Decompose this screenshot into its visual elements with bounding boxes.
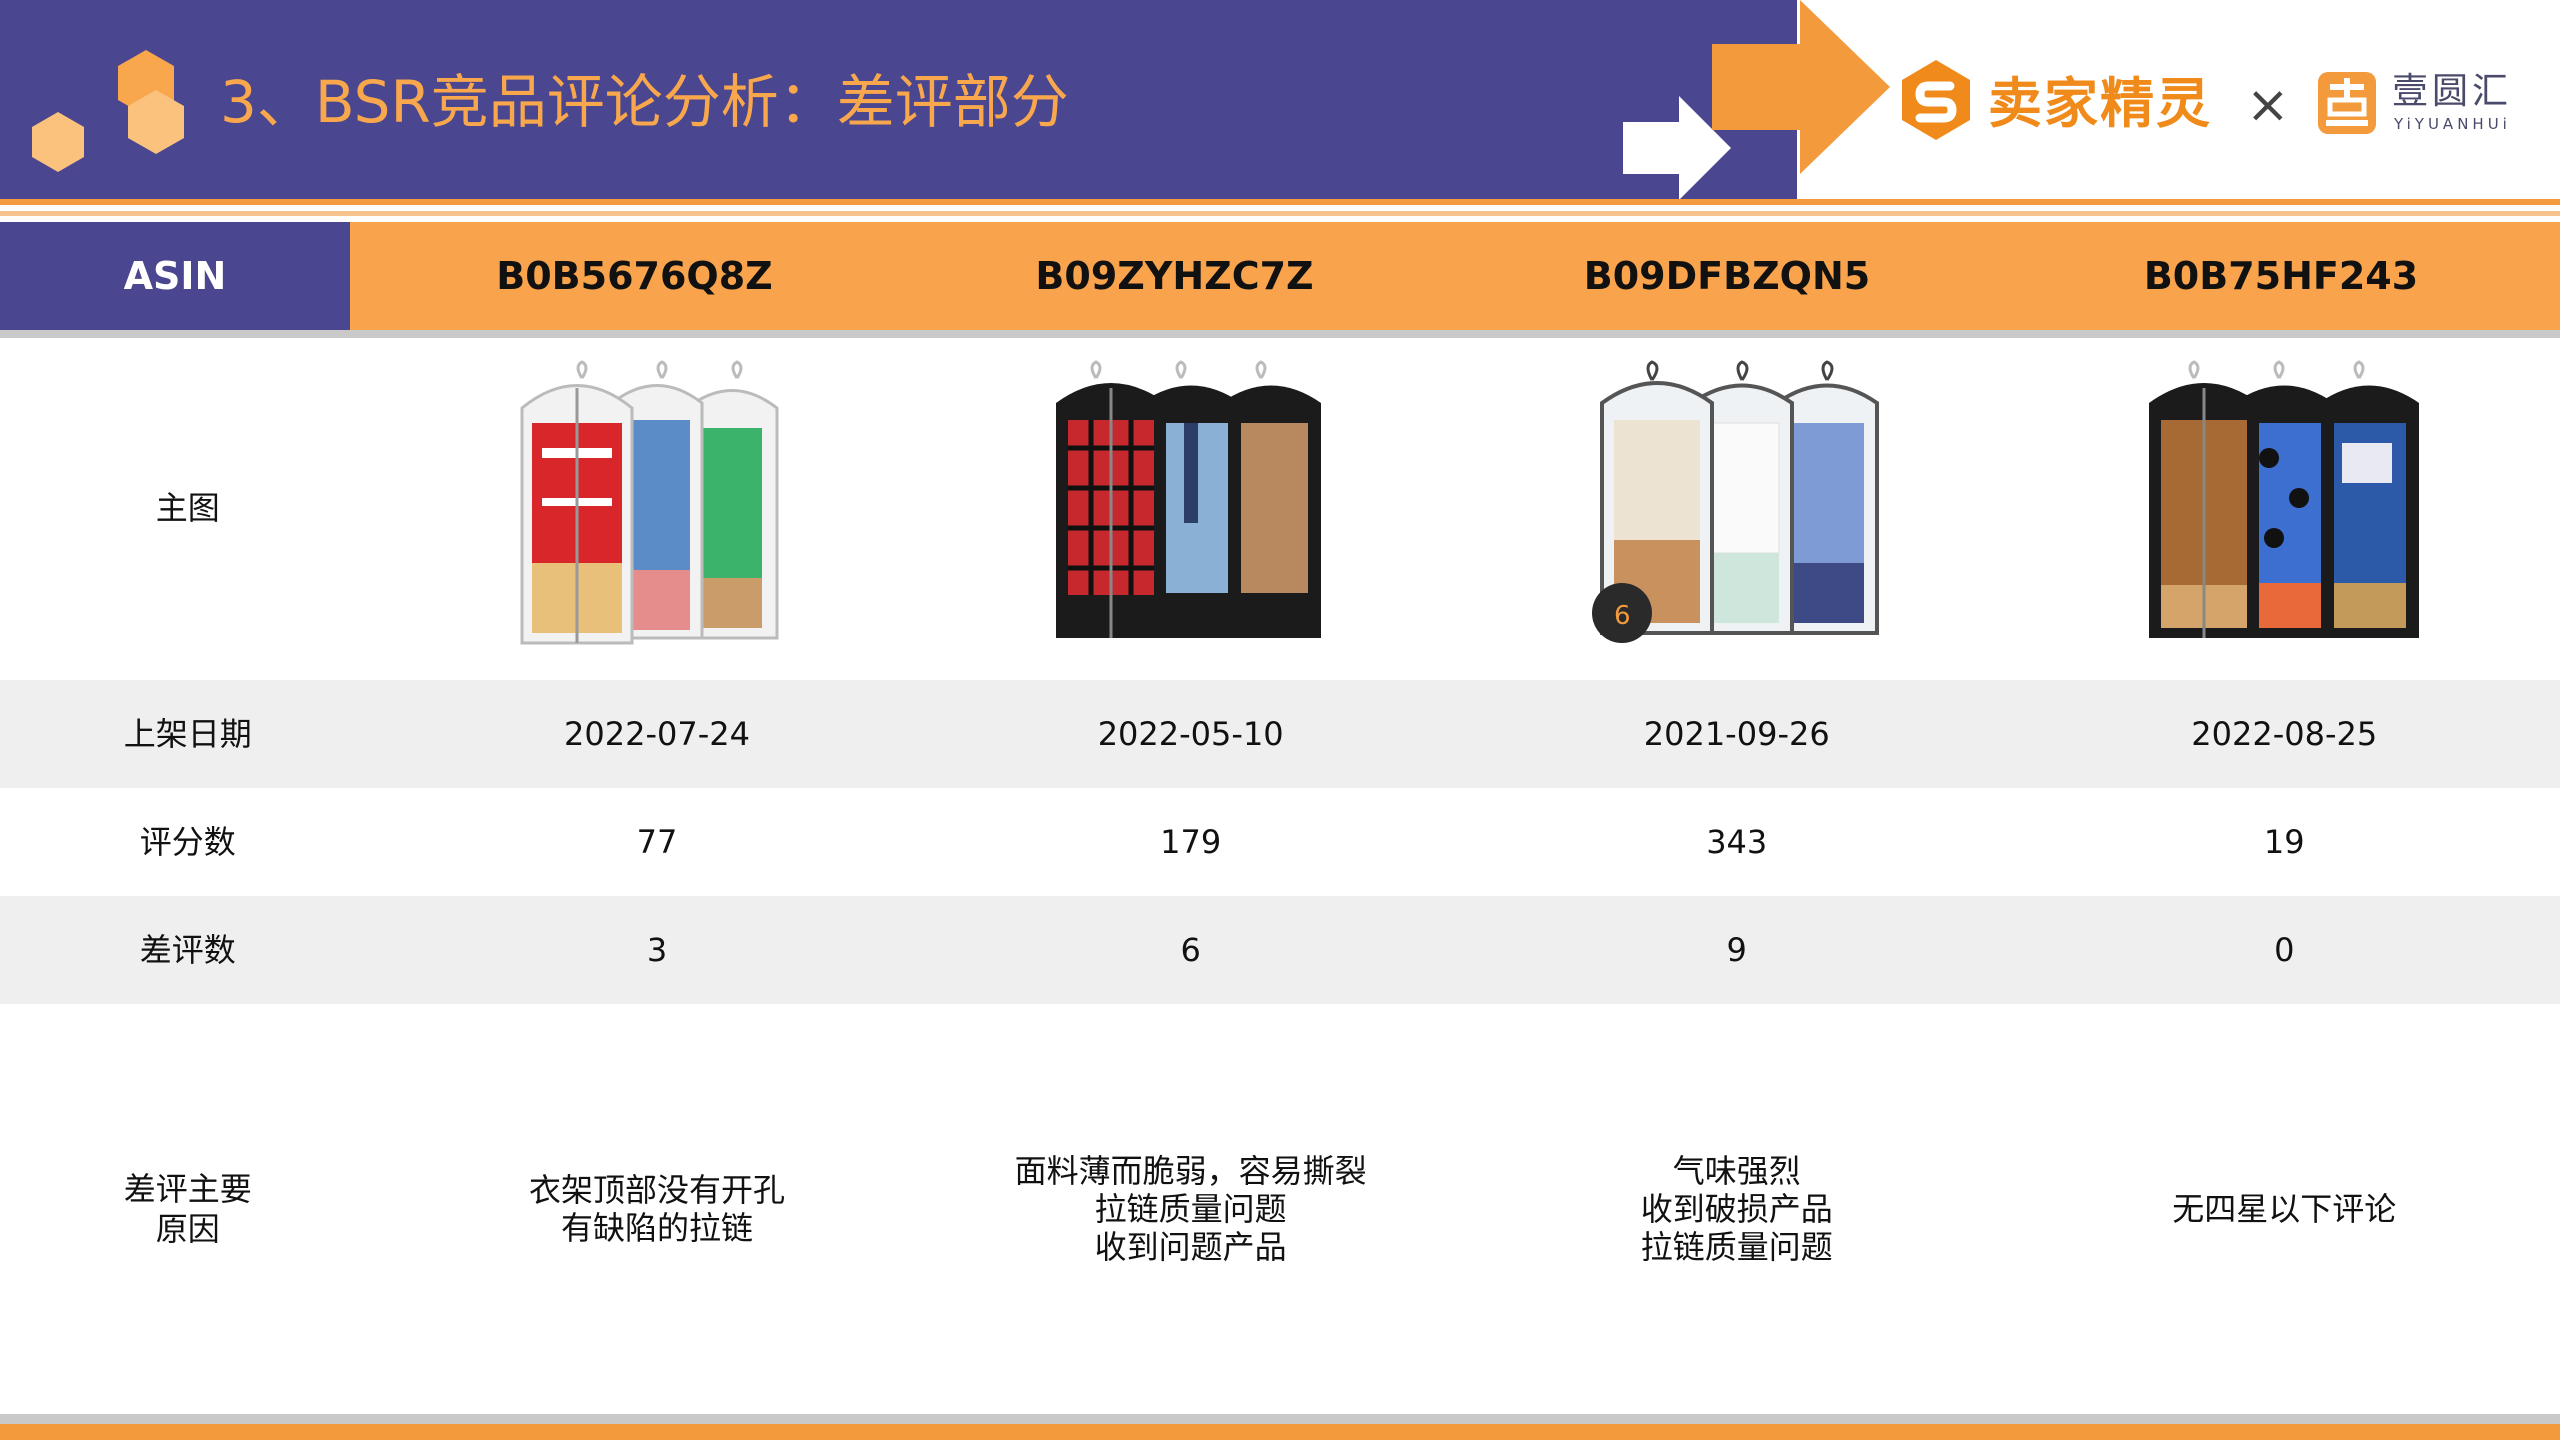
- reason-line: 拉链质量问题: [1640, 1228, 1833, 1266]
- product-image-cell-4: [2009, 338, 2560, 678]
- partner-name-cn: 壹圆汇: [2392, 71, 2513, 112]
- listing-date-1: 2022-07-24: [564, 715, 750, 753]
- product-image-cell-1: [398, 338, 917, 678]
- listing-date-2: 2022-05-10: [1097, 715, 1284, 753]
- yiyuanhui-logo-icon: [2318, 72, 2376, 134]
- garment-bags-black-icon: [1055, 360, 1321, 638]
- row-label-negative-reasons-line1: 差评主要: [123, 1170, 252, 1208]
- header-underline-light: [0, 211, 2560, 216]
- table-header-row: ASIN B0B5676Q8Z B09ZYHZC7Z B09DFBZQN5 B0…: [0, 222, 2560, 330]
- rating-count-2: 179: [1160, 823, 1222, 861]
- reason-line: 收到破损产品: [1640, 1190, 1833, 1228]
- reason-line: 无四星以下评论: [2172, 1190, 2397, 1228]
- table-row-rating-count: 评分数 77 179 343 19: [0, 788, 2560, 896]
- row-label-main-image: 主图: [155, 489, 220, 527]
- header-underline: [0, 199, 2560, 205]
- table-row-negative-reasons: 差评主要 原因 衣架顶部没有开孔 有缺陷的拉链 面料薄而脆弱，容易撕裂 拉链质量…: [0, 1004, 2560, 1414]
- row-label-negative-reasons-line2: 原因: [155, 1210, 220, 1248]
- row-label-negative-reasons: 差评主要 原因: [0, 1169, 376, 1249]
- reason-line: 收到问题产品: [1094, 1228, 1287, 1266]
- asin-column-2: B09ZYHZC7Z: [1035, 254, 1314, 298]
- listing-date-3: 2021-09-26: [1643, 715, 1830, 753]
- table-row-listing-date: 上架日期 2022-07-24 2022-05-10 2021-09-26 20…: [0, 680, 2560, 788]
- reason-line: 气味强烈: [1672, 1152, 1801, 1190]
- asin-column-1: B0B5676Q8Z: [496, 254, 773, 298]
- garment-bags-colorful-icon: [520, 360, 779, 645]
- negative-reasons-1: 衣架顶部没有开孔 有缺陷的拉链: [398, 1171, 917, 1247]
- reason-line: 拉链质量问题: [1094, 1190, 1287, 1228]
- row-label-rating-count: 评分数: [139, 823, 236, 861]
- table-row-negative-count: 差评数 3 6 9 0: [0, 896, 2560, 1004]
- product-image-cell-2: [916, 338, 1465, 678]
- footer-stripe-gray: [0, 1414, 2560, 1424]
- garment-bags-leather-icon: [2149, 360, 2420, 638]
- table-header-shadow: [0, 330, 2560, 338]
- brand-name: 卖家精灵: [1988, 72, 2212, 135]
- table-row-main-image: 主图 6: [0, 338, 2560, 678]
- negative-reasons-2: 面料薄而脆弱，容易撕裂 拉链质量问题 收到问题产品: [916, 1152, 1465, 1266]
- partner-name-en: YiYUANHUi: [2394, 115, 2511, 133]
- orange-arrow-icon: [1712, 0, 1890, 174]
- row-label-negative-count: 差评数: [139, 931, 236, 969]
- reason-line: 有缺陷的拉链: [560, 1209, 753, 1247]
- reason-line: 衣架顶部没有开孔: [528, 1171, 785, 1209]
- reason-line: 面料薄而脆弱，容易撕裂: [1014, 1152, 1367, 1190]
- negative-reasons-3: 气味强烈 收到破损产品 拉链质量问题: [1465, 1152, 2009, 1266]
- page-title: 3、BSR竞品评论分析：差评部分: [220, 68, 1069, 136]
- rating-count-3: 343: [1706, 823, 1768, 861]
- listing-date-4: 2022-08-25: [2191, 715, 2378, 753]
- negative-reasons-4: 无四星以下评论: [2009, 1190, 2560, 1228]
- asin-column-3: B09DFBZQN5: [1583, 254, 1871, 298]
- garment-bags-clear-icon: 6: [1591, 360, 1879, 643]
- footer-stripe-orange: [0, 1424, 2560, 1440]
- negative-count-2: 6: [1180, 931, 1201, 969]
- product-image-cell-3: 6: [1465, 338, 2009, 678]
- asin-column-4: B0B75HF243: [2143, 254, 2419, 298]
- rating-count-1: 77: [636, 823, 678, 861]
- negative-count-3: 9: [1726, 931, 1747, 969]
- negative-count-4: 0: [2274, 931, 2295, 969]
- negative-count-1: 3: [646, 931, 668, 969]
- sellersprite-logo-icon: [1902, 60, 1970, 140]
- hexagon-logo-icon: [32, 50, 184, 172]
- svg-text:6: 6: [1614, 601, 1631, 631]
- asin-header-label: ASIN: [0, 222, 350, 330]
- rating-count-4: 19: [2263, 823, 2305, 861]
- cross-sign: ×: [2246, 75, 2290, 135]
- row-label-listing-date: 上架日期: [123, 715, 252, 753]
